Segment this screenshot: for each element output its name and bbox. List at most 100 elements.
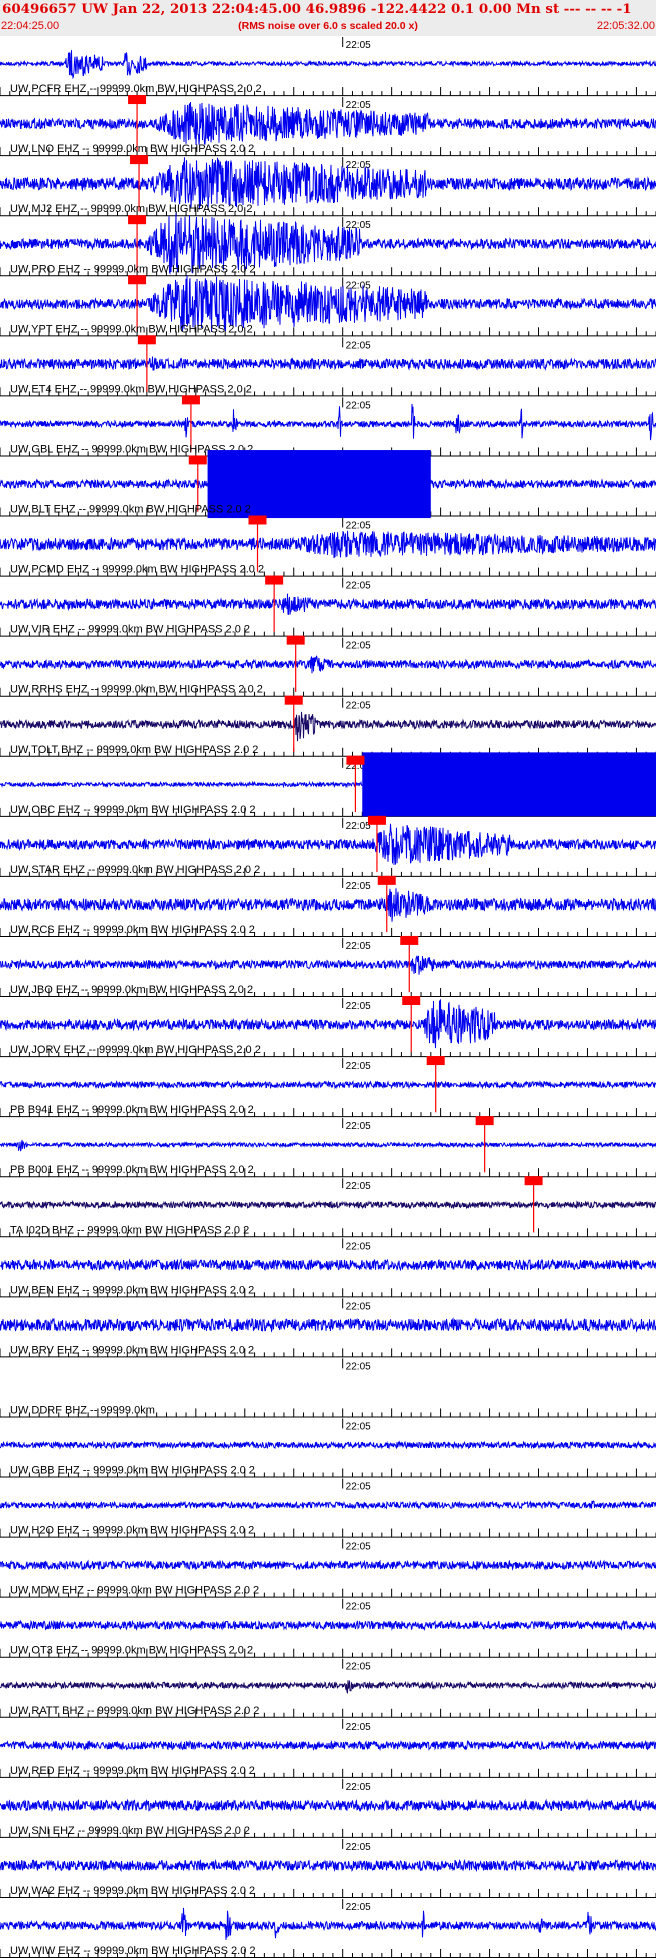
station-label: UW RCS EHZ -- 99999.0km BW HIGHPASS 2.0 … xyxy=(10,924,255,936)
trace-row: 22:05 UW BEN EHZ -- 99999.0km BW HIGHPASS… xyxy=(0,1238,656,1298)
minute-label: 22:05 xyxy=(346,1902,371,1913)
waveform xyxy=(0,1440,656,1450)
minute-label: 22:05 xyxy=(346,1301,371,1312)
minute-label: 22:05 xyxy=(346,1482,371,1493)
minute-label: 22:05 xyxy=(346,701,371,712)
waveform xyxy=(0,655,656,674)
minute-label: 22:05 xyxy=(346,1722,371,1733)
trace-row: 22:05 UW TOLT BHZ -- 99999.0km BW HIGHPAS… xyxy=(0,695,656,757)
minute-label: 22:05 xyxy=(346,100,371,111)
minute-label: 22:05 xyxy=(346,1602,371,1613)
station-label: UW BEN EHZ -- 99999.0km BW HIGHPASS 2.0 … xyxy=(10,1284,254,1296)
end-time-label: 22:05:32.00 xyxy=(596,20,655,32)
trace-row: 22:05 UW PCMD EHZ -- 99999.0km BW HIGHPAS… xyxy=(0,515,656,577)
trace-row: 22:05 UW JBO EHZ -- 99999.0km BW HIGHPASS… xyxy=(0,935,656,997)
trace-row: 22:05 UW WA2 EHZ -- 99999.0km BW HIGHPASS… xyxy=(0,1838,656,1898)
trace-row: 22:05UW YPT EHZ -- 99999.0km BW HIGHPASS… xyxy=(0,275,656,337)
waveform xyxy=(0,1739,656,1752)
station-label: UW MJ2 EHZ -- 99999.0km BW HIGHPASS 2.0 … xyxy=(10,203,252,215)
station-label: UW WIW EHZ -- 99999.0km BW HIGHPASS 2.0 … xyxy=(10,1945,256,1957)
waveform xyxy=(0,1907,656,1940)
station-label: UW WA2 EHZ -- 99999.0km BW HIGHPASS 2.0 … xyxy=(10,1885,255,1897)
waveform xyxy=(0,999,656,1049)
station-label: PB B001 EHZ -- 99999.0km BW HIGHPASS 2.0… xyxy=(10,1164,254,1176)
station-label: UW PRO EHZ -- 99999.0km BW HIGHPASS 2.0 … xyxy=(10,263,256,275)
trace-row: 22:05 UW ET4 EHZ -- 99999.0km BW HIGHPASS… xyxy=(0,335,656,397)
waveform xyxy=(0,711,656,742)
station-label: UW H2O EHZ -- 99999.0km BW HIGHPASS 2.0 … xyxy=(10,1525,254,1537)
trace-row: 22:05 UW BRV EHZ -- 99999.0km BW HIGHPASS… xyxy=(0,1298,656,1358)
minute-label: 22:05 xyxy=(346,641,371,652)
waveform xyxy=(0,50,656,80)
trace-row: 22:05UW PRO EHZ -- 99999.0km BW HIGHPASS… xyxy=(0,213,656,277)
trace-row: 22:05 UW RRHS EHZ -- 99999.0km BW HIGHPAS… xyxy=(0,635,656,697)
station-label: UW JORV EHZ -- 99999.0km BW HIGHPASS 2.0… xyxy=(10,1044,261,1056)
trace-row: 22:05 UW JORV EHZ -- 99999.0km BW HIGHPAS… xyxy=(0,996,656,1058)
waveform xyxy=(0,1680,656,1695)
waveform xyxy=(0,1199,656,1210)
trace-row: 22:05 UW RATT BHZ -- 99999.0km BW HIGHPAS… xyxy=(0,1658,656,1718)
seismogram-plot: 22:05 UW PCFR EHZ -- 99999.0km BW HIGHPAS… xyxy=(0,37,656,1958)
trace-row: 22:05UW GBL EHZ -- 99999.0km BW HIGHPASS… xyxy=(0,395,656,457)
station-label: UW PCMD EHZ -- 99999.0km BW HIGHPASS 2.0… xyxy=(10,564,264,576)
trace-row: 22:05 UW WIW EHZ -- 99999.0km BW HIGHPASS… xyxy=(0,1898,656,1958)
waveform xyxy=(0,1317,656,1333)
minute-label: 22:05 xyxy=(346,400,371,411)
minute-label: 22:05 xyxy=(346,1121,371,1132)
station-label: UW ET4 EHZ -- 99999.0km BW HIGHPASS 2.0 … xyxy=(10,383,252,395)
station-label: UW GBB EHZ -- 99999.0km BW HIGHPASS 2.0 … xyxy=(10,1465,255,1477)
trace-row: 22:05UW BLT EHZ -- 99999.0km BW HIGHPASS… xyxy=(0,450,656,519)
minute-label: 22:05 xyxy=(346,1361,371,1372)
trace-row: 22:05 UW OT3 EHZ -- 99999.0km BW HIGHPASS… xyxy=(0,1598,656,1658)
station-label: UW LNO EHZ -- 99999.0km BW HIGHPASS 2.0 … xyxy=(10,143,254,155)
minute-label: 22:05 xyxy=(346,1662,371,1673)
trace-row: 22:05 UW RCS EHZ -- 99999.0km BW HIGHPASS… xyxy=(0,875,656,937)
minute-label: 22:05 xyxy=(346,1782,371,1793)
waveform xyxy=(0,403,656,441)
minute-label: 22:05 xyxy=(346,1241,371,1252)
minute-label: 22:05 xyxy=(346,340,371,351)
minute-label: 22:05 xyxy=(346,821,371,832)
trace-row: 22:05 PB B941 EHZ -- 99999.0km BW HIGHPAS… xyxy=(0,1056,656,1118)
minute-label: 22:05 xyxy=(346,1542,371,1553)
station-label: UW DDRF BHZ -- 99999.0km xyxy=(10,1404,155,1416)
waveform xyxy=(0,157,656,211)
station-label: UW JBO EHZ -- 99999.0km BW HIGHPASS 2.0 … xyxy=(10,984,253,996)
trace-row: 22:05 TA I02D BHZ -- 99999.0km BW HIGHPAS… xyxy=(0,1176,656,1238)
station-label: UW STAR EHZ -- 99999.0km BW HIGHPASS 2.0… xyxy=(10,864,260,876)
station-label: UW BLT EHZ -- 99999.0km BW HIGHPASS 2.0 … xyxy=(10,504,251,516)
trace-row: 22:05 UW SNI EHZ -- 99999.0km BW HIGHPASS… xyxy=(0,1778,656,1838)
waveform xyxy=(0,823,656,865)
station-label: UW RATT BHZ -- 99999.0km BW HIGHPASS 2.0… xyxy=(10,1705,259,1717)
waveform xyxy=(0,356,656,371)
trace-row: 22:05 PB B001 EHZ -- 99999.0km BW HIGHPAS… xyxy=(0,1116,656,1178)
station-label: PB B941 EHZ -- 99999.0km BW HIGHPASS 2.0… xyxy=(10,1104,254,1116)
trace-row: 22:05 UW MDW EHZ -- 99999.0km BW HIGHPASS… xyxy=(0,1538,656,1598)
waveform xyxy=(0,1500,656,1510)
event-title: 60496657 UW Jan 22, 2013 22:04:45.00 46.… xyxy=(2,1,632,17)
station-label: UW MDW EHZ -- 99999.0km BW HIGHPASS 2.0 … xyxy=(10,1585,259,1597)
station-label: UW SNI EHZ -- 99999.0km BW HIGHPASS 2.0 … xyxy=(10,1825,250,1837)
trace-row: 22:05 UW GBB EHZ -- 99999.0km BW HIGHPASS… xyxy=(0,1418,656,1478)
station-label: UW OBC EHZ -- 99999.0km BW HIGHPASS 2.0 … xyxy=(10,804,256,816)
waveform xyxy=(0,530,656,559)
minute-label: 22:05 xyxy=(346,1181,371,1192)
trace-row: 22:05 UW DDRF BHZ -- 99999.0km xyxy=(0,1358,656,1418)
station-label: TA I02D BHZ -- 99999.0km BW HIGHPASS 2.0… xyxy=(10,1224,249,1236)
waveform xyxy=(0,955,656,975)
minute-label: 22:05 xyxy=(346,941,371,952)
waveform xyxy=(0,1258,656,1272)
minute-label: 22:05 xyxy=(346,1842,371,1853)
trace-row: 22:05 UW H2O EHZ -- 99999.0km BW HIGHPASS… xyxy=(0,1478,656,1538)
waveform xyxy=(0,1798,656,1812)
station-label: UW YPT EHZ -- 99999.0km BW HIGHPASS 2.0 … xyxy=(10,323,253,335)
waveform xyxy=(0,1858,656,1873)
minute-label: 22:05 xyxy=(346,521,371,532)
clipped-waveform xyxy=(362,752,656,817)
minute-label: 22:05 xyxy=(346,881,371,892)
station-label: UW OT3 EHZ -- 99999.0km BW HIGHPASS 2.0 … xyxy=(10,1645,253,1657)
trace-row: 22:05 UW LNO EHZ -- 99999.0km BW HIGHPASS… xyxy=(0,95,656,157)
minute-label: 22:05 xyxy=(346,581,371,592)
station-label: UW BRV EHZ -- 99999.0km BW HIGHPASS 2.0 … xyxy=(10,1344,254,1356)
minute-label: 22:05 xyxy=(346,1421,371,1432)
